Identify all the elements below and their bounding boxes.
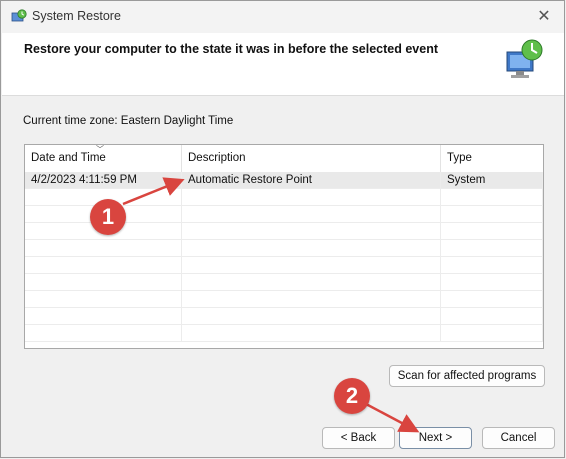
empty-row <box>25 274 543 291</box>
column-header-description-label: Description <box>188 152 246 164</box>
back-button[interactable]: < Back <box>322 427 395 449</box>
list-header: ﹀ Date and Time Description Type <box>25 145 543 173</box>
restore-monitor-icon <box>506 39 543 78</box>
close-icon[interactable]: ✕ <box>534 7 554 27</box>
column-header-type-label: Type <box>447 152 472 164</box>
annotation-marker-2: 2 <box>334 378 370 414</box>
row-description: Automatic Restore Point <box>182 172 441 189</box>
system-restore-window: System Restore ✕ Restore your computer t… <box>0 0 565 458</box>
system-restore-icon <box>11 9 27 22</box>
empty-row <box>25 291 543 308</box>
column-header-date[interactable]: ﹀ Date and Time <box>25 145 182 172</box>
row-date: 4/2/2023 4:11:59 PM <box>25 172 182 189</box>
empty-row <box>25 308 543 325</box>
column-header-type[interactable]: Type <box>441 145 543 172</box>
page-title: Restore your computer to the state it wa… <box>24 42 438 56</box>
cancel-button[interactable]: Cancel <box>482 427 555 449</box>
title-bar: System Restore ✕ <box>1 1 564 33</box>
next-button[interactable]: Next > <box>399 427 472 449</box>
empty-row <box>25 325 543 342</box>
scan-affected-programs-button[interactable]: Scan for affected programs <box>389 365 545 387</box>
sort-arrow-icon: ﹀ <box>96 145 104 154</box>
empty-row <box>25 257 543 274</box>
header-banner: Restore your computer to the state it wa… <box>2 33 564 96</box>
row-type: System <box>441 172 543 189</box>
empty-row <box>25 240 543 257</box>
column-header-date-label: Date and Time <box>31 152 106 164</box>
column-header-description[interactable]: Description <box>182 145 441 172</box>
timezone-label: Current time zone: Eastern Daylight Time <box>23 115 234 127</box>
restore-points-list[interactable]: ﹀ Date and Time Description Type 4/2/202… <box>24 144 544 349</box>
annotation-marker-1: 1 <box>90 199 126 235</box>
window-title: System Restore <box>32 9 121 23</box>
table-row[interactable]: 4/2/2023 4:11:59 PM Automatic Restore Po… <box>25 172 543 189</box>
